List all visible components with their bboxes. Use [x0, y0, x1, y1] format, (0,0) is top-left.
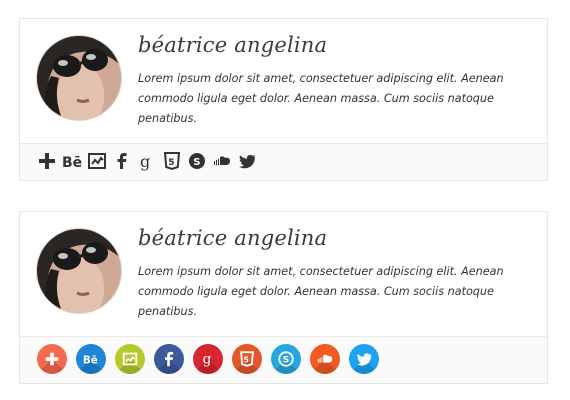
facebook-icon[interactable] [154, 344, 184, 374]
facebook-icon[interactable] [111, 150, 133, 172]
google-icon[interactable]: g [193, 344, 223, 374]
author-card-1: béatrice angelina Lorem ipsum dolor sit … [19, 18, 548, 181]
behance-icon[interactable]: Bē [76, 344, 106, 374]
slideshare-icon[interactable] [86, 150, 108, 172]
social-bar: Bē g 5 S [20, 143, 547, 180]
author-name: béatrice angelina [138, 33, 328, 57]
svg-text:S: S [283, 355, 289, 365]
google-icon[interactable]: g [136, 150, 158, 172]
svg-text:Bē: Bē [62, 155, 82, 171]
twitter-icon[interactable] [236, 150, 258, 172]
author-bio: Lorem ipsum dolor sit amet, consectetuer… [138, 72, 504, 125]
social-bar: Bē g 5 S [20, 336, 547, 383]
author-bio: Lorem ipsum dolor sit amet, consectetuer… [138, 265, 504, 318]
svg-text:g: g [203, 352, 212, 368]
soundcloud-icon[interactable] [211, 150, 233, 172]
google-plus-icon[interactable] [36, 150, 58, 172]
author-avatar [37, 36, 121, 120]
author-avatar [37, 229, 121, 313]
html5-icon[interactable]: 5 [232, 344, 262, 374]
svg-text:g: g [140, 152, 150, 171]
html5-icon[interactable]: 5 [161, 150, 183, 172]
svg-text:5: 5 [243, 355, 248, 364]
svg-text:S: S [193, 157, 200, 168]
social-icons: Bē g 5 S [36, 150, 261, 172]
slideshare-icon[interactable] [115, 344, 145, 374]
behance-icon[interactable]: Bē [61, 150, 83, 172]
soundcloud-icon[interactable] [310, 344, 340, 374]
author-name: béatrice angelina [138, 226, 328, 250]
svg-text:5: 5 [168, 158, 174, 168]
google-plus-icon[interactable] [37, 344, 67, 374]
social-icons: Bē g 5 S [37, 344, 388, 374]
skype-icon[interactable]: S [271, 344, 301, 374]
twitter-icon[interactable] [349, 344, 379, 374]
author-card-2: béatrice angelina Lorem ipsum dolor sit … [19, 211, 548, 384]
skype-icon[interactable]: S [186, 150, 208, 172]
svg-text:Bē: Bē [83, 355, 98, 367]
